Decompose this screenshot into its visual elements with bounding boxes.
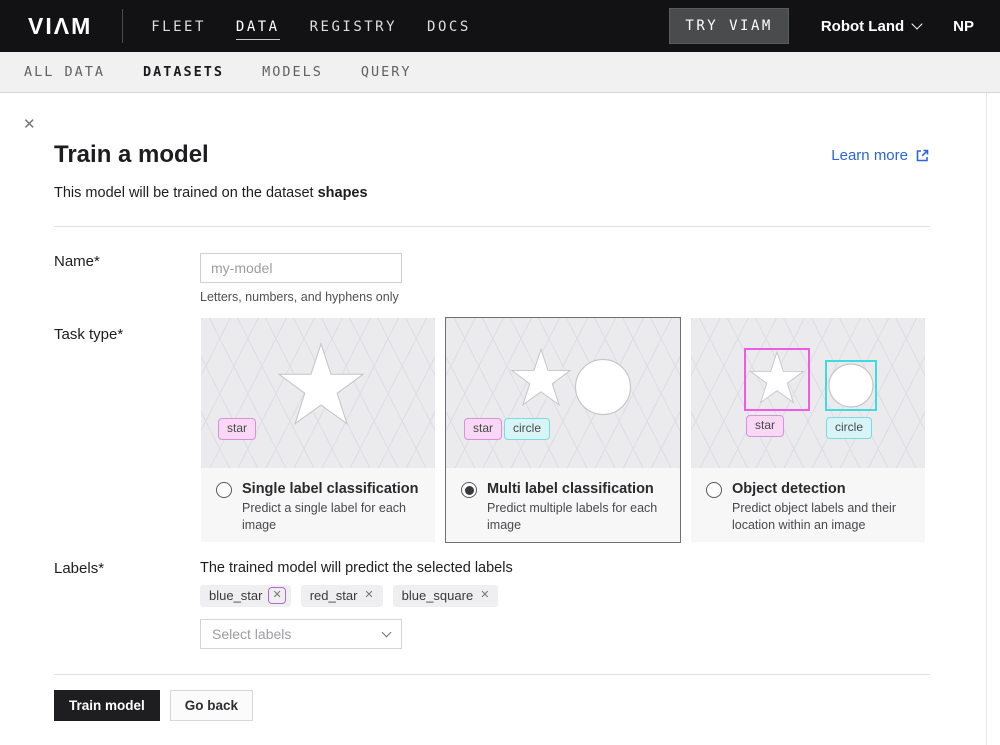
label-chip-text: red_star [310,588,358,603]
nav-link-data[interactable]: DATA [236,13,280,40]
scrollbar-track-edge [986,93,987,745]
labels-select-placeholder: Select labels [212,626,291,642]
task-card-title: Object detection [732,481,928,497]
label-chip-blue-square: blue_square ✕ [393,585,499,607]
label-chip-red-star: red_star ✕ [301,585,383,607]
user-avatar-initials[interactable]: NP [953,18,974,35]
star-tag: star [218,418,256,440]
org-switcher[interactable]: Robot Land [821,18,921,35]
train-model-panel: ✕ Train a model Learn more This model wi… [0,93,1000,721]
star-tag: star [746,415,784,437]
task-card-title: Single label classification [242,481,438,497]
radio-multi-label[interactable] [461,482,477,498]
label-chip-blue-star: blue_star ✕ [200,585,291,607]
labels-label: Labels* [54,560,200,649]
circle-shape [574,358,632,416]
star-shape [747,351,807,409]
page-title: Train a model [54,141,209,169]
label-chip-text: blue_star [209,588,262,603]
task-card-title: Multi label classification [487,481,683,497]
star-shape [509,348,573,412]
radio-object-detection[interactable] [706,482,722,498]
train-model-button[interactable]: Train model [54,690,160,721]
task-card-multi-label[interactable]: star circle Multi label classification P… [445,317,681,543]
label-chip-text: blue_square [402,588,474,603]
task-card-description: Predict object labels and their location… [732,500,928,534]
try-viam-button[interactable]: TRY VIAM [669,8,788,44]
tab-datasets[interactable]: DATASETS [143,64,224,80]
star-tag: star [464,418,502,440]
tab-query[interactable]: QUERY [361,64,412,80]
task-card-description: Predict multiple labels for each image [487,500,683,534]
viam-logo[interactable]: VIΛM [28,13,92,40]
circle-tag: circle [504,418,550,440]
dataset-subtitle: This model will be trained on the datase… [54,185,930,201]
subtitle-text: This model will be trained on the datase… [54,185,314,201]
remove-label-icon[interactable]: ✕ [480,590,489,601]
labels-description: The trained model will predict the selec… [200,560,513,576]
labels-select[interactable]: Select labels [200,619,402,649]
remove-label-icon[interactable]: ✕ [364,590,373,601]
learn-more-link[interactable]: Learn more [831,147,930,164]
task-card-single-label[interactable]: star Single label classification Predict… [200,317,436,543]
task-card-preview: star circle [446,318,680,468]
name-label: Name* [54,253,200,304]
task-card-description: Predict a single label for each image [242,500,438,534]
radio-single-label[interactable] [216,482,232,498]
tab-all-data[interactable]: ALL DATA [24,64,105,80]
tab-models[interactable]: MODELS [262,64,323,80]
task-card-preview: star [201,318,435,468]
nav-link-registry[interactable]: REGISTRY [310,13,397,40]
task-type-label: Task type* [54,317,200,543]
chevron-down-icon [911,18,922,29]
external-link-icon [915,148,930,163]
circle-shape [828,363,874,408]
star-shape [275,342,367,434]
close-icon[interactable]: ✕ [23,117,36,132]
remove-label-icon[interactable]: ✕ [268,587,285,604]
divider-top [54,226,930,227]
divider-bottom [54,674,930,675]
dataset-name: shapes [318,185,368,201]
chevron-down-icon [382,627,392,637]
primary-nav: FLEET DATA REGISTRY DOCS [151,13,471,40]
task-card-preview: star circle [691,318,925,468]
nav-divider [122,9,123,43]
org-name: Robot Land [821,18,904,35]
nav-link-docs[interactable]: DOCS [427,13,471,40]
name-helper-text: Letters, numbers, and hyphens only [200,290,402,304]
task-card-object-detection[interactable]: star circle Object detection Predict obj… [690,317,926,543]
selected-labels: blue_star ✕ red_star ✕ blue_square ✕ [200,585,513,607]
go-back-button[interactable]: Go back [170,690,253,721]
circle-tag: circle [826,417,872,439]
data-sub-nav: ALL DATA DATASETS MODELS QUERY [0,52,1000,93]
learn-more-label: Learn more [831,147,908,164]
top-nav: VIΛM FLEET DATA REGISTRY DOCS TRY VIAM R… [0,0,1000,52]
model-name-input[interactable] [200,253,402,283]
nav-link-fleet[interactable]: FLEET [151,13,206,40]
